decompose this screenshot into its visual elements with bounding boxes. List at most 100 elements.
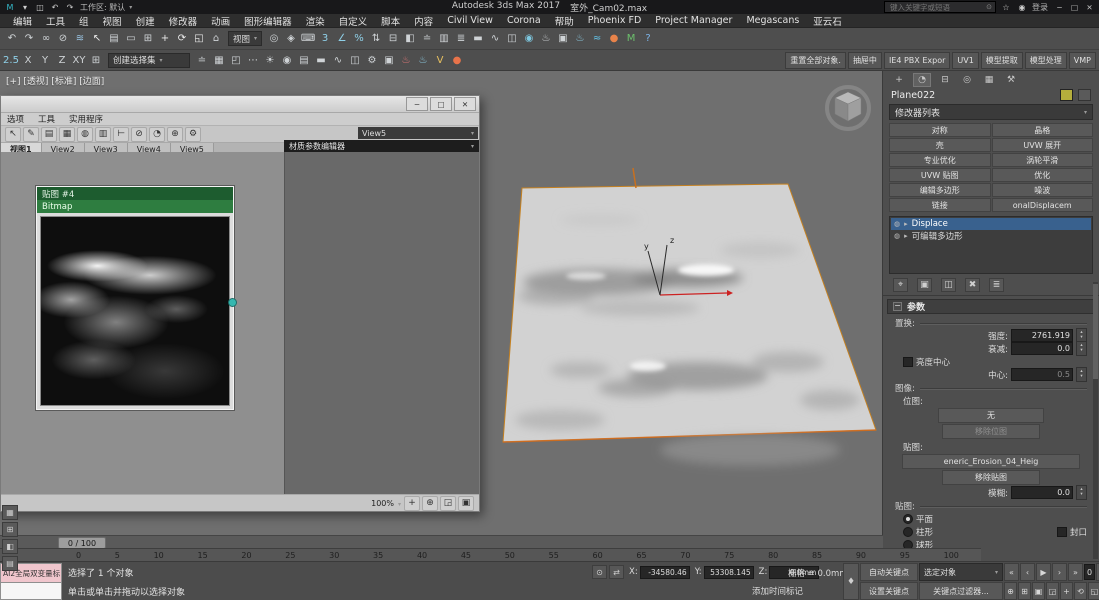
select-place-icon[interactable]: ⌂ bbox=[208, 31, 224, 47]
undo-icon[interactable]: ↶ bbox=[4, 31, 20, 47]
go-to-start-icon[interactable]: « bbox=[1004, 563, 1019, 581]
named-sets-icon[interactable]: ⊟ bbox=[385, 31, 401, 47]
key-filters-button[interactable]: 关键点过滤器... bbox=[919, 582, 1003, 600]
select-scale-icon[interactable]: ◱ bbox=[191, 31, 207, 47]
stack-expand-icon[interactable]: ▸ bbox=[904, 232, 908, 240]
menu-item[interactable]: 视图 bbox=[96, 14, 129, 28]
map-button[interactable]: eneric_Erosion_04_Heig bbox=[902, 454, 1080, 469]
orbit-icon[interactable]: ⟲ bbox=[1074, 582, 1087, 600]
ribbon-icon[interactable]: ▬ bbox=[470, 31, 486, 47]
curve-editor-2-icon[interactable]: ∿ bbox=[330, 52, 346, 68]
snaps-toggle-icon[interactable]: 3 bbox=[317, 31, 333, 47]
material-editor-menu-item[interactable]: 工具 bbox=[38, 113, 69, 125]
percent-snap-icon[interactable]: % bbox=[351, 31, 367, 47]
fw-show-end-result-icon[interactable]: ◍ bbox=[77, 126, 93, 142]
help-icon[interactable]: ? bbox=[640, 31, 656, 47]
object-name-field[interactable]: Plane022 bbox=[891, 90, 1055, 101]
fw-zoom-icon[interactable]: ⊕ bbox=[422, 495, 438, 511]
utilities-panel-tab[interactable]: ⚒ bbox=[1003, 74, 1019, 86]
next-frame-icon[interactable]: › bbox=[1052, 563, 1067, 581]
menu-item[interactable]: 图形编辑器 bbox=[237, 14, 299, 28]
menu-item[interactable]: 创建 bbox=[129, 14, 162, 28]
macro-script-button[interactable]: IE4 PBX Expor bbox=[883, 51, 951, 69]
configure-modifier-sets-icon[interactable]: ≣ bbox=[989, 278, 1004, 292]
stack-visibility-icon[interactable]: ◍ bbox=[894, 220, 900, 228]
vray-icon[interactable]: V bbox=[432, 52, 448, 68]
material-editor-menu-item[interactable]: 选项 bbox=[7, 113, 38, 125]
listener-line[interactable] bbox=[0, 583, 62, 600]
modifier-button[interactable]: 涡轮平滑 bbox=[991, 153, 1093, 167]
menu-item[interactable]: Civil View bbox=[440, 15, 500, 26]
menu-item[interactable]: Phoenix FD bbox=[581, 15, 649, 26]
search-input[interactable] bbox=[888, 1, 985, 13]
favorites-star-icon[interactable]: ☆ bbox=[1000, 2, 1012, 13]
scrollbar-thumb[interactable] bbox=[1093, 284, 1098, 379]
node-output-socket[interactable] bbox=[228, 298, 237, 307]
menu-item[interactable]: 渲染 bbox=[299, 14, 332, 28]
dock-tool-1-icon[interactable]: ▦ bbox=[2, 505, 18, 520]
material-editor-window-button[interactable]: ─ bbox=[406, 97, 428, 111]
object-color-swatch[interactable] bbox=[1060, 89, 1073, 101]
select-by-name-icon[interactable]: ▤ bbox=[106, 31, 122, 47]
macro-script-button[interactable]: UV1 bbox=[952, 51, 979, 69]
menu-item[interactable]: Megascans bbox=[739, 15, 806, 26]
menu-item[interactable]: 脚本 bbox=[374, 14, 407, 28]
current-frame-field[interactable]: 0 bbox=[1084, 564, 1096, 580]
macro-script-button[interactable]: VMP bbox=[1068, 51, 1096, 69]
cap-checkbox[interactable] bbox=[1056, 526, 1067, 537]
menu-item[interactable]: 自定义 bbox=[332, 14, 375, 28]
material-editor-icon[interactable]: ◉ bbox=[521, 31, 537, 47]
zoom-region-icon[interactable]: ◲ bbox=[1046, 582, 1059, 600]
maximize-viewport-icon[interactable]: ◱ bbox=[1088, 582, 1099, 600]
select-object-icon[interactable]: ↖ bbox=[89, 31, 105, 47]
redo-icon[interactable]: ↷ bbox=[21, 31, 37, 47]
modifier-list-combo[interactable]: 修改器列表 bbox=[889, 104, 1093, 120]
parameters-rollout[interactable]: 参数 bbox=[887, 299, 1095, 314]
parameter-editor-header[interactable]: 材质参数编辑器 bbox=[284, 140, 479, 152]
edit-named-sets-icon[interactable]: ⊞ bbox=[88, 52, 104, 68]
dock-tool-2-icon[interactable]: ⊞ bbox=[2, 522, 18, 537]
modifier-button[interactable]: 链接 bbox=[889, 198, 991, 212]
graphite-ribbon-icon[interactable]: ▬ bbox=[313, 52, 329, 68]
unlink-selection-icon[interactable]: ⊘ bbox=[55, 31, 71, 47]
viewcube[interactable] bbox=[825, 85, 871, 131]
quick-menu-icon[interactable]: ▾ bbox=[19, 2, 31, 13]
corona-icon[interactable]: ● bbox=[606, 31, 622, 47]
x-coordinate-field[interactable]: -34580.46 bbox=[639, 565, 690, 579]
redo-quick-icon[interactable]: ↷ bbox=[64, 2, 76, 13]
macro-script-button[interactable]: 模型处理 bbox=[1024, 51, 1067, 69]
pan-icon[interactable]: + bbox=[1060, 582, 1073, 600]
material-editor-window-button[interactable]: □ bbox=[430, 97, 452, 111]
macro-script-button[interactable]: 抽屉中 bbox=[847, 51, 882, 69]
modifier-button[interactable]: onalDisplacem bbox=[991, 198, 1093, 212]
fw-options-icon[interactable]: ⚙ bbox=[185, 126, 201, 142]
lock-selection-icon[interactable]: ⊙ bbox=[592, 565, 607, 579]
modifier-button[interactable]: 优化 bbox=[991, 168, 1093, 182]
blur-field[interactable]: 0.0 bbox=[1011, 486, 1073, 499]
menu-item[interactable]: 帮助 bbox=[548, 14, 581, 28]
fw-put-to-library-icon[interactable]: ▤ bbox=[41, 126, 57, 142]
modifier-stack-item[interactable]: ◍ ▸ Displace bbox=[891, 218, 1091, 230]
schematic-view-icon[interactable]: ◫ bbox=[504, 31, 520, 47]
key-filter-selection-combo[interactable]: 选定对象 bbox=[919, 563, 1003, 581]
strength-field[interactable]: 2761.919 bbox=[1011, 329, 1073, 342]
corona-render-icon[interactable]: ● bbox=[449, 52, 465, 68]
auto-key-button[interactable]: 自动关键点 bbox=[860, 563, 918, 581]
zoom-icon[interactable]: ⊕ bbox=[1004, 582, 1017, 600]
undo-quick-icon[interactable]: ↶ bbox=[49, 2, 61, 13]
render-production-2-icon[interactable]: ♨ bbox=[398, 52, 414, 68]
window-crossing-icon[interactable]: ⊞ bbox=[140, 31, 156, 47]
save-icon[interactable]: ◫ bbox=[34, 2, 46, 13]
cylindrical-radio[interactable] bbox=[903, 526, 913, 537]
curve-editor-icon[interactable]: ∿ bbox=[487, 31, 503, 47]
rendered-frame-2-icon[interactable]: ▣ bbox=[381, 52, 397, 68]
window-control-button[interactable]: ✕ bbox=[1082, 1, 1097, 13]
modifier-button[interactable]: UVW 展开 bbox=[991, 138, 1093, 152]
menu-item[interactable]: 动画 bbox=[204, 14, 237, 28]
view-selector-combo[interactable]: View5 bbox=[358, 127, 478, 139]
modifier-button[interactable]: 噪波 bbox=[991, 183, 1093, 197]
fw-zoom-tool-icon[interactable]: ⊕ bbox=[167, 126, 183, 142]
fw-show-map-viewport-icon[interactable]: ▦ bbox=[59, 126, 75, 142]
selection-region-icon[interactable]: ▭ bbox=[123, 31, 139, 47]
fw-pan-icon[interactable]: + bbox=[404, 495, 420, 511]
